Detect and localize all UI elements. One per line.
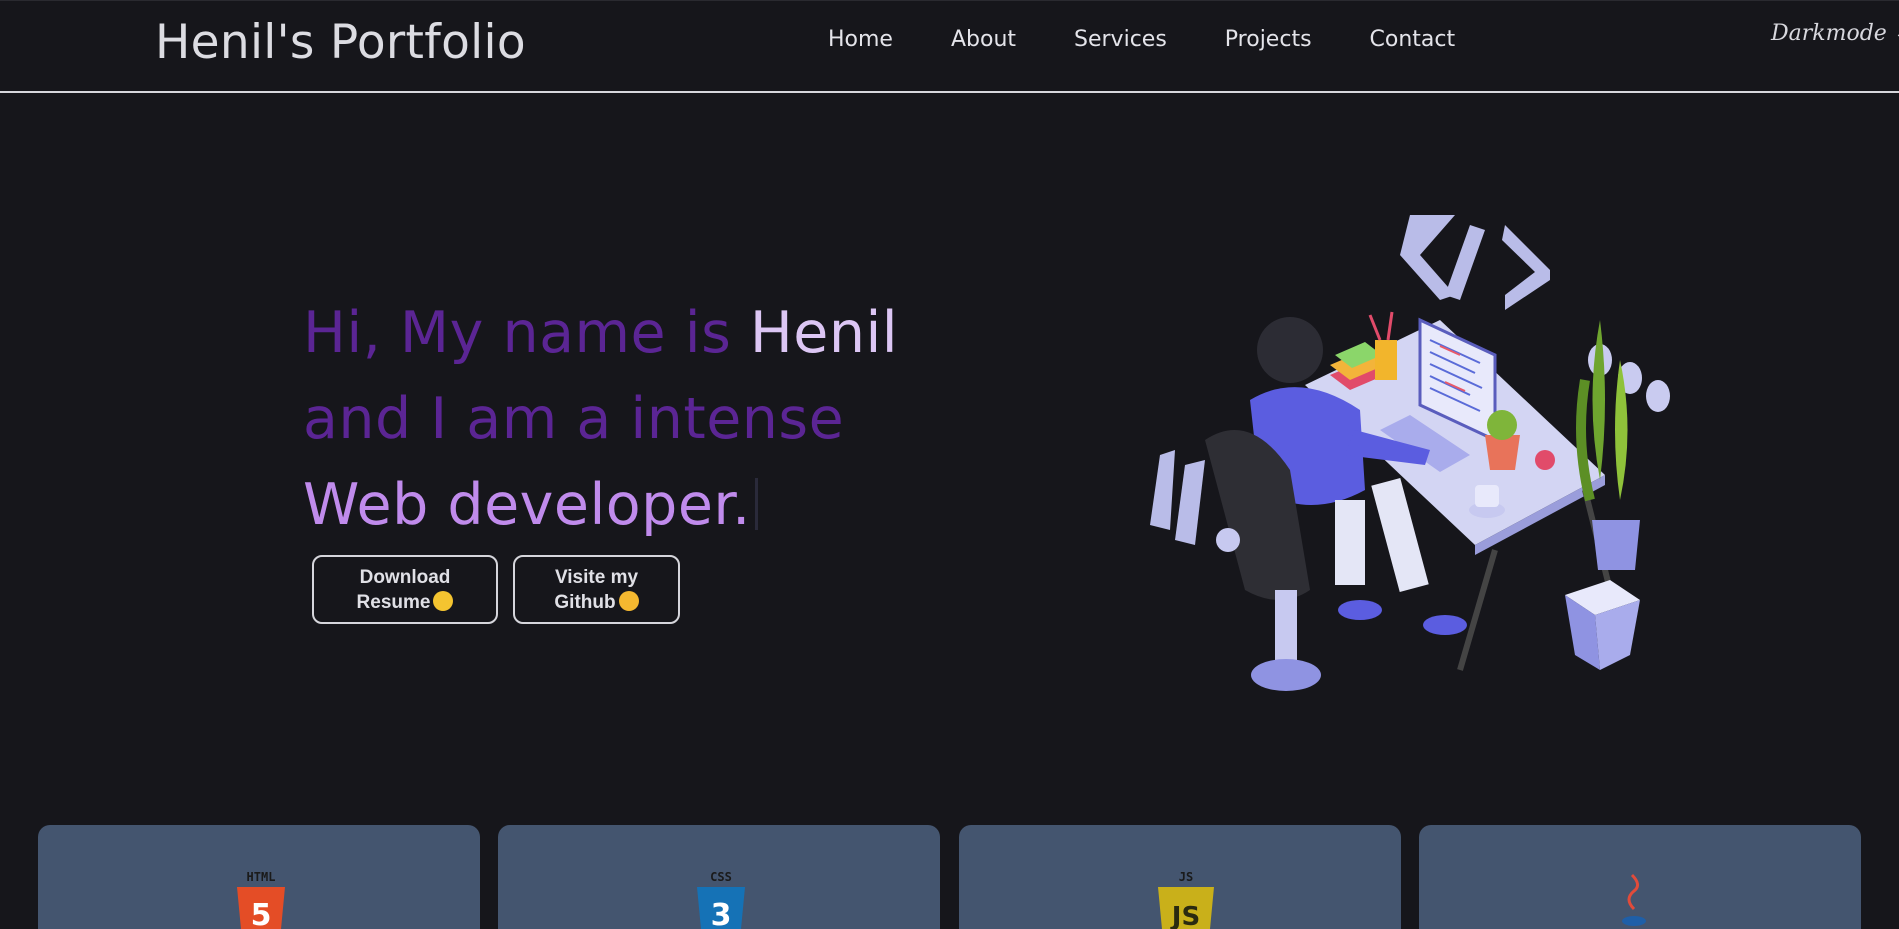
hero-role: Web developer. [303, 472, 751, 538]
nav-contact[interactable]: Contact [1370, 27, 1456, 52]
hero-heading: Hi, My name is Henil and I am a intense … [303, 290, 898, 548]
html5-icon: HTML 5 [237, 870, 285, 929]
developer-illustration [1150, 215, 1670, 691]
hero-greeting: Hi, My name is [303, 300, 750, 366]
js-digit: JS [1170, 902, 1200, 929]
hero-line-3: Web developer. [303, 462, 898, 548]
github-button[interactable]: Visite my Github [513, 555, 680, 624]
css3-icon: CSS 3 [697, 870, 745, 929]
typing-cursor [754, 478, 758, 530]
github-label-row: Github [515, 590, 678, 615]
skill-card-html: HTML 5 [38, 825, 480, 929]
scissors-icon [1368, 311, 1394, 341]
money-face-emoji-icon [433, 591, 454, 611]
resume-label-1: Download [359, 567, 451, 588]
download-resume-button[interactable]: Download Resume [312, 555, 498, 624]
github-label-2: Github [554, 592, 616, 613]
trash-bin [1565, 580, 1640, 670]
javascript-icon: JS JS [1158, 870, 1214, 929]
resume-label-row: Resume [314, 590, 496, 615]
css-digit: 3 [711, 898, 732, 929]
css-badge-text: CSS [710, 870, 732, 884]
code-tag-icon [1400, 215, 1550, 310]
main-nav: Home About Services Projects Contact [828, 27, 1513, 52]
nav-services[interactable]: Services [1074, 27, 1167, 52]
site-header: Henil's Portfolio Home About Services Pr… [0, 0, 1899, 93]
brand-title[interactable]: Henil's Portfolio [155, 15, 526, 70]
decor-pillars [1150, 450, 1205, 545]
js-badge-text: JS [1179, 870, 1193, 884]
sunglasses-emoji-icon [618, 591, 639, 611]
github-label-1: Visite my [554, 567, 639, 588]
skill-card-css: CSS 3 [498, 825, 940, 929]
hero-line-1: Hi, My name is Henil [303, 290, 898, 376]
nav-about[interactable]: About [951, 27, 1016, 52]
hero-line-2: and I am a intense [303, 386, 845, 452]
pencil-cup [1375, 340, 1397, 380]
java-icon [1622, 873, 1646, 926]
hero-name: Henil [749, 300, 899, 366]
nav-home[interactable]: Home [828, 27, 893, 52]
html-badge-text: HTML [247, 870, 276, 884]
cactus-pot [1485, 410, 1520, 470]
nav-projects[interactable]: Projects [1225, 27, 1312, 52]
skill-card-java [1419, 825, 1861, 929]
headphones [1535, 450, 1555, 470]
html-digit: 5 [251, 898, 272, 929]
resume-label-2: Resume [356, 592, 431, 613]
darkmode-select[interactable]: Darkmode ⌄ [1771, 21, 1899, 46]
skill-card-js: JS JS [959, 825, 1401, 929]
chevron-down-icon: ⌄ [1895, 26, 1899, 42]
darkmode-label: Darkmode [1771, 21, 1887, 46]
